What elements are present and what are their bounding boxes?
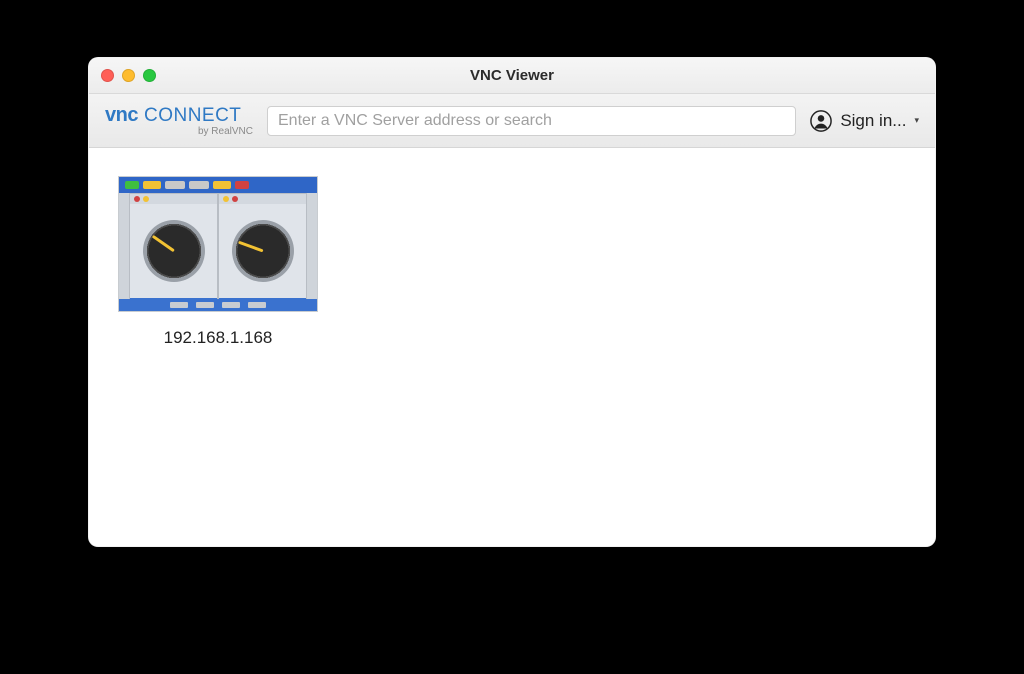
connection-tile[interactable]: 192.168.1.168	[113, 176, 323, 348]
window-close-button[interactable]	[101, 69, 114, 82]
brand-subtitle: by RealVNC	[105, 127, 253, 137]
sign-in-button[interactable]: Sign in... ▾	[810, 110, 919, 132]
connection-address-label: 192.168.1.168	[164, 328, 273, 348]
traffic-lights	[101, 58, 156, 93]
connection-thumbnail	[118, 176, 318, 312]
toolbar: vnc connect by RealVNC Sign in... ▾	[89, 94, 935, 148]
titlebar: VNC Viewer	[89, 58, 935, 94]
content-area: 192.168.1.168	[89, 148, 935, 546]
window-title: VNC Viewer	[470, 67, 554, 84]
user-icon	[810, 110, 832, 132]
search-input[interactable]	[267, 106, 796, 136]
brand-text-connect: connect	[144, 106, 241, 125]
search-container	[267, 106, 796, 136]
sign-in-label: Sign in...	[840, 111, 906, 131]
brand-logo: vnc connect by RealVNC	[105, 105, 253, 137]
window-minimize-button[interactable]	[122, 69, 135, 82]
window-zoom-button[interactable]	[143, 69, 156, 82]
brand-text-vnc: vnc	[105, 105, 138, 125]
chevron-down-icon: ▾	[914, 115, 919, 126]
app-window: VNC Viewer vnc connect by RealVNC	[88, 57, 936, 547]
